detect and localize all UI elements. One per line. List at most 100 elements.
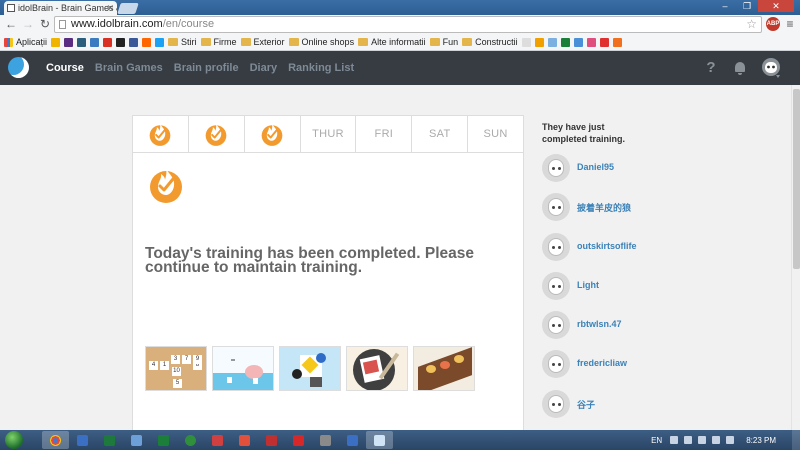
bookmark-favicon-icon	[534, 37, 544, 47]
avatar-icon[interactable]	[542, 389, 570, 418]
app-taskbar-icon[interactable]	[150, 431, 177, 449]
tray-icon[interactable]	[670, 436, 679, 444]
app-taskbar-icon[interactable]	[366, 431, 393, 449]
pdf-taskbar-icon[interactable]	[285, 431, 312, 449]
user-name-link[interactable]: Daniel95	[577, 162, 614, 172]
app-taskbar-icon[interactable]	[204, 431, 231, 449]
bookmark-shortcut[interactable]	[129, 37, 139, 47]
number-tile: 1	[160, 361, 169, 370]
bookmark-shortcut[interactable]	[547, 37, 557, 47]
bookmark-shortcut[interactable]	[612, 37, 622, 47]
folder-icon	[429, 38, 440, 46]
tray-icon[interactable]	[684, 436, 693, 444]
bookmark-folder[interactable]: Stiri	[168, 37, 197, 47]
chrome-menu-icon[interactable]: ≡	[784, 17, 796, 31]
avatar-icon[interactable]	[542, 193, 570, 222]
paper-game-thumbnail[interactable]	[346, 346, 408, 391]
bookmark-folder[interactable]: Fun	[429, 37, 458, 47]
page-scrollbar[interactable]	[791, 85, 800, 430]
bookmark-shortcut[interactable]	[560, 37, 570, 47]
bookmark-folder[interactable]: Firme	[200, 37, 237, 47]
excel-taskbar-icon[interactable]	[96, 431, 123, 449]
bookmark-shortcut[interactable]	[573, 37, 583, 47]
clock[interactable]: 8:23 PM	[746, 436, 776, 445]
user-name-link[interactable]: 谷子	[577, 398, 595, 411]
app-taskbar-icon[interactable]	[339, 431, 366, 449]
app-taskbar-icon[interactable]	[123, 431, 150, 449]
chrome-taskbar-icon[interactable]	[42, 431, 69, 449]
bookmark-shortcut[interactable]	[64, 37, 74, 47]
bookmark-shortcut[interactable]	[116, 37, 126, 47]
bookmark-shortcut[interactable]	[142, 37, 152, 47]
avatar-icon[interactable]	[542, 232, 570, 261]
path-game-thumbnail[interactable]	[413, 346, 475, 391]
shapes-game-thumbnail[interactable]	[279, 346, 341, 391]
scrollbar-thumb[interactable]	[793, 89, 800, 269]
app-taskbar-icon[interactable]	[69, 431, 96, 449]
user-name-link[interactable]: 披着羊皮的狼	[577, 201, 631, 214]
help-icon[interactable]: ?	[700, 57, 722, 79]
nav-link-ranking-list[interactable]: Ranking List	[288, 62, 354, 74]
user-name-link[interactable]: Light	[577, 280, 599, 290]
bookmark-shortcut[interactable]	[599, 37, 609, 47]
avatar-icon[interactable]	[542, 154, 570, 182]
maximize-icon[interactable]: ❐	[736, 0, 758, 12]
bookmark-shortcut[interactable]	[77, 37, 87, 47]
adblock-icon[interactable]: ABP	[766, 17, 780, 31]
bookmark-favicon-icon	[64, 37, 74, 47]
apps-shortcut[interactable]: Aplicații	[4, 37, 47, 47]
avatar-icon[interactable]	[542, 271, 570, 300]
bell-icon[interactable]	[729, 57, 751, 79]
bookmark-shortcut[interactable]	[90, 37, 100, 47]
close-window-icon[interactable]: ✕	[758, 0, 794, 12]
number-tile: 5	[173, 379, 182, 388]
nav-link-course[interactable]: Course	[46, 62, 84, 74]
url-path: /en/course	[162, 18, 215, 30]
bird-game-thumbnail[interactable]	[212, 346, 274, 391]
app-taskbar-icon[interactable]	[177, 431, 204, 449]
show-desktop-button[interactable]	[792, 430, 800, 450]
tray-icon[interactable]	[698, 436, 707, 444]
user-name-link[interactable]: rbtwlsn.47	[577, 319, 622, 329]
bookmark-shortcut[interactable]	[155, 37, 165, 47]
bookmark-folder[interactable]: Exterior	[240, 37, 285, 47]
bookmark-shortcut[interactable]	[586, 37, 596, 47]
bookmark-shortcut[interactable]	[51, 37, 61, 47]
language-indicator[interactable]: EN	[651, 436, 662, 445]
volume-icon[interactable]	[726, 436, 735, 444]
bookmark-folder[interactable]: Alte informatii	[358, 37, 426, 47]
nav-link-brain-profile[interactable]: Brain profile	[174, 62, 239, 74]
new-tab-button[interactable]	[117, 3, 139, 14]
user-menu-icon[interactable]	[760, 56, 782, 80]
bookmark-shortcut[interactable]	[521, 37, 531, 47]
back-arrow-icon[interactable]: ←	[3, 17, 19, 32]
nav-link-brain-games[interactable]: Brain Games	[95, 62, 163, 74]
minimize-icon[interactable]: ‒	[714, 0, 736, 12]
address-bar[interactable]: www.idolbrain.com/en/course ☆	[54, 16, 762, 33]
app-taskbar-icon[interactable]	[258, 431, 285, 449]
windows-taskbar: EN 8:23 PM	[0, 430, 800, 450]
day-cell: SAT	[412, 116, 469, 152]
bookmark-star-icon[interactable]: ☆	[746, 17, 757, 32]
user-name-link[interactable]: outskirtsoflife	[577, 241, 637, 251]
system-tray: EN 8:23 PM	[651, 430, 800, 450]
forward-arrow-icon[interactable]: →	[20, 17, 36, 32]
network-icon[interactable]	[712, 436, 721, 444]
numbers-game-thumbnail[interactable]: 4 1 3 7 8 9 10 5	[145, 346, 207, 391]
bookmark-shortcut[interactable]	[534, 37, 544, 47]
bookmark-folder[interactable]: Online shops	[288, 37, 354, 47]
app-taskbar-icon[interactable]	[231, 431, 258, 449]
bookmark-folder[interactable]: Constructii	[462, 37, 518, 47]
start-button[interactable]	[2, 430, 26, 450]
nav-link-diary[interactable]: Diary	[250, 62, 278, 74]
bookmark-shortcut[interactable]	[103, 37, 113, 47]
user-name-link[interactable]: fredericliaw	[577, 358, 627, 368]
avatar-icon[interactable]	[542, 350, 570, 379]
app-taskbar-icon[interactable]	[312, 431, 339, 449]
completed-day-flame-icon	[205, 123, 227, 146]
tab-close-icon[interactable]: ✕	[106, 1, 114, 15]
avatar-icon[interactable]	[542, 311, 570, 340]
browser-tab[interactable]: idolBrain - Brain Games & ✕	[4, 1, 117, 15]
idolbrain-logo-icon[interactable]	[8, 57, 29, 78]
reload-icon[interactable]: ↻	[37, 17, 53, 32]
